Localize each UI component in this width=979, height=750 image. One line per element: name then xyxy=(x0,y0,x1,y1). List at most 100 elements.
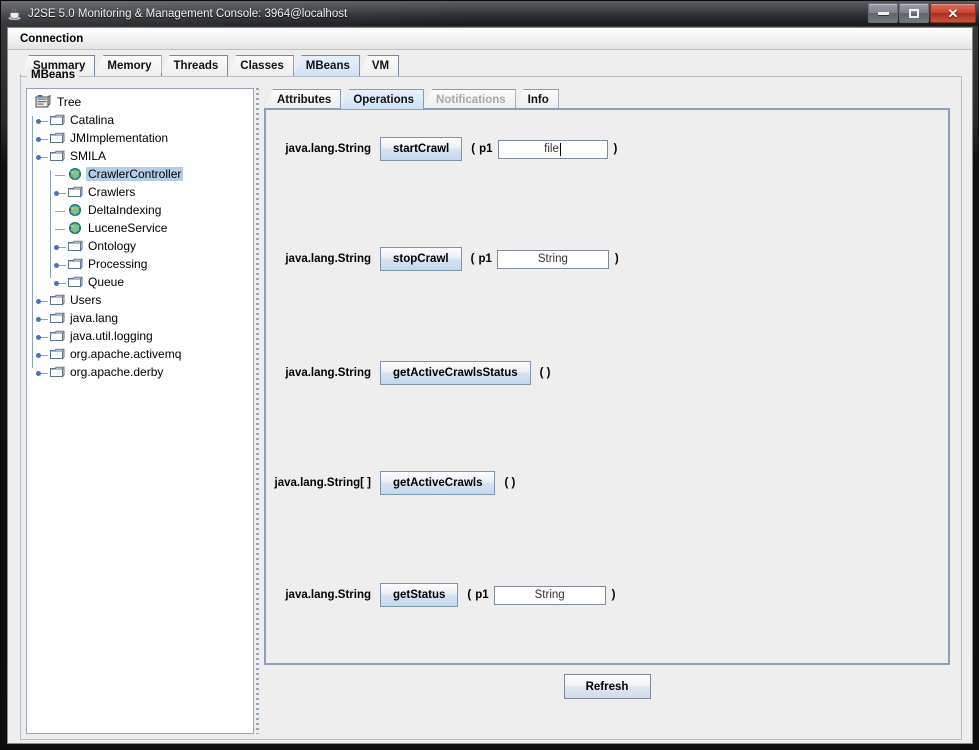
tree-node-root[interactable]: Tree xyxy=(33,93,253,111)
operation-return-type: java.lang.String xyxy=(285,143,371,155)
folder-icon xyxy=(49,113,65,127)
tree-node-label: LuceneService xyxy=(88,221,168,235)
operation-return-type: java.lang.String xyxy=(285,253,371,265)
tree-node-java-util-logging[interactable]: java.util.logging xyxy=(33,327,253,345)
tree-node-label: SMILA xyxy=(70,149,107,163)
tree-expand-handle[interactable] xyxy=(53,201,67,219)
tree-expand-handle[interactable] xyxy=(53,237,67,255)
tree-node-label: org.apache.activemq xyxy=(70,347,182,361)
tree-node-org-apache-derby[interactable]: org.apache.derby xyxy=(33,363,253,381)
operation-row: java.lang.String getActiveCrawlsStatus ( ) xyxy=(266,360,948,386)
operation-button-startCrawl[interactable]: startCrawl xyxy=(380,137,463,161)
tree-expand-handle[interactable] xyxy=(53,183,67,201)
minimize-button[interactable] xyxy=(868,3,898,23)
tab-mbeans[interactable]: MBeans xyxy=(292,55,360,76)
operation-row: java.lang.String stopCrawl (p1 String) xyxy=(266,246,948,272)
operation-return-type: java.lang.String xyxy=(285,367,371,379)
tree-node-label: Users xyxy=(70,293,102,307)
tree-expand-handle[interactable] xyxy=(35,309,49,327)
operations-panel: java.lang.String startCrawl ( p1 file) java.l… xyxy=(264,108,950,665)
operation-open-paren: ( xyxy=(470,253,475,265)
tree-expand-handle[interactable] xyxy=(53,273,67,291)
application-window: J2SE 5.0 Monitoring & Management Console… xyxy=(0,0,979,750)
tab-operations[interactable]: Operations xyxy=(340,89,425,109)
folder-icon xyxy=(49,293,65,307)
operation-button-getActiveCrawls[interactable]: getActiveCrawls xyxy=(380,471,496,495)
tree-expand-handle[interactable] xyxy=(35,111,49,129)
tree-node-crawlers[interactable]: Crawlers xyxy=(33,183,253,201)
refresh-button[interactable]: Refresh xyxy=(563,674,651,699)
main-tab-strip: Summary Memory Threads Classes MBeans VM xyxy=(20,54,972,76)
tree-expand-handle[interactable] xyxy=(35,147,49,165)
tree-node-smila[interactable]: SMILA xyxy=(33,147,253,165)
operation-param-label: p1 xyxy=(475,589,489,601)
tree-expand-handle[interactable] xyxy=(35,327,49,345)
tree-node-org-apache-activemq[interactable]: org.apache.activemq xyxy=(33,345,253,363)
operation-param-input-getStatus[interactable]: String xyxy=(493,585,606,605)
tree-node-label: Crawlers xyxy=(88,185,136,199)
folder-icon xyxy=(67,239,83,253)
split-pane-divider[interactable] xyxy=(254,88,261,734)
tree-node-processing[interactable]: Processing xyxy=(33,255,253,273)
menu-item-connection[interactable]: Connection xyxy=(14,31,89,47)
tab-mbeans-label: MBeans xyxy=(305,60,350,72)
window-title: J2SE 5.0 Monitoring & Management Console… xyxy=(28,7,348,20)
folder-icon xyxy=(49,149,65,163)
tree-node-label: Queue xyxy=(88,275,125,289)
operation-button-getStatus[interactable]: getStatus xyxy=(380,583,459,607)
tree-node-users[interactable]: Users xyxy=(33,291,253,309)
tab-notifications-label: Notifications xyxy=(436,93,506,106)
operation-param-input-stopCrawl[interactable]: String xyxy=(496,249,609,269)
tree-node-crawlercontroller[interactable]: CrawlerController xyxy=(33,165,253,183)
tree-expand-handle[interactable] xyxy=(35,129,49,147)
tab-memory[interactable]: Memory xyxy=(94,55,162,76)
folder-icon xyxy=(67,257,83,271)
tab-memory-label: Memory xyxy=(107,60,152,72)
mbeans-panel-legend: MBeans xyxy=(27,69,80,81)
operation-param-value: String xyxy=(537,253,568,265)
operation-param-value: file xyxy=(544,143,559,155)
operation-row: java.lang.String getStatus (p1 String) xyxy=(266,582,948,608)
operation-close-paren: ) xyxy=(614,253,619,265)
tab-attributes[interactable]: Attributes xyxy=(264,89,342,109)
tree-node-ontology[interactable]: Ontology xyxy=(33,237,253,255)
window-controls: ✕ xyxy=(868,3,976,23)
tree-expand-handle[interactable] xyxy=(35,363,49,381)
tree-node-jmimplementation[interactable]: JMImplementation xyxy=(33,129,253,147)
tab-vm[interactable]: VM xyxy=(358,55,400,76)
tree-expand-handle[interactable] xyxy=(35,345,49,363)
split-pane-divider-grip xyxy=(256,88,259,734)
tab-classes[interactable]: Classes xyxy=(227,55,294,76)
operation-param-input-startCrawl[interactable]: file xyxy=(497,139,608,159)
mbean-icon xyxy=(68,167,82,181)
tree-node-luceneservice[interactable]: LuceneService xyxy=(33,219,253,237)
tree-expand-handle[interactable] xyxy=(53,255,67,273)
close-button[interactable]: ✕ xyxy=(930,3,976,23)
tab-info[interactable]: Info xyxy=(514,89,559,109)
tab-classes-label: Classes xyxy=(240,60,284,72)
tree-node-label: JMImplementation xyxy=(70,131,169,145)
tree-node-java-lang[interactable]: java.lang xyxy=(33,309,253,327)
mbean-icon xyxy=(68,203,82,217)
tab-attributes-label: Attributes xyxy=(277,93,332,106)
operation-button-stopCrawl[interactable]: stopCrawl xyxy=(380,247,462,271)
tree-node-label: Processing xyxy=(88,257,148,271)
maximize-button[interactable] xyxy=(899,3,929,23)
tree-node-label: org.apache.derby xyxy=(70,365,164,379)
mbean-tree-pane[interactable]: Tree Catalina JMImplementation SMILA Crawler… xyxy=(26,88,254,734)
tree-node-queue[interactable]: Queue xyxy=(33,273,253,291)
operation-return-type: java.lang.String[ ] xyxy=(274,477,372,489)
tree-expand-handle[interactable] xyxy=(35,291,49,309)
operation-button-getActiveCrawlsStatus[interactable]: getActiveCrawlsStatus xyxy=(380,361,531,385)
mbean-detail-pane: Attributes Operations Notifications Info xyxy=(261,88,960,734)
tree-node-catalina[interactable]: Catalina xyxy=(33,111,253,129)
tab-threads[interactable]: Threads xyxy=(160,55,229,76)
tree-expand-handle[interactable] xyxy=(53,219,67,237)
tree-node-deltaindexing[interactable]: DeltaIndexing xyxy=(33,201,253,219)
java-cup-icon xyxy=(7,6,23,22)
folder-icon xyxy=(49,365,65,379)
tree-expand-handle[interactable] xyxy=(53,165,67,183)
operation-return-type: java.lang.String xyxy=(285,589,371,601)
operation-row: java.lang.String startCrawl (p1 file) xyxy=(266,136,948,162)
mbeans-panel: MBeans Tree Catalina JMImplementation SMILA… xyxy=(20,69,962,740)
